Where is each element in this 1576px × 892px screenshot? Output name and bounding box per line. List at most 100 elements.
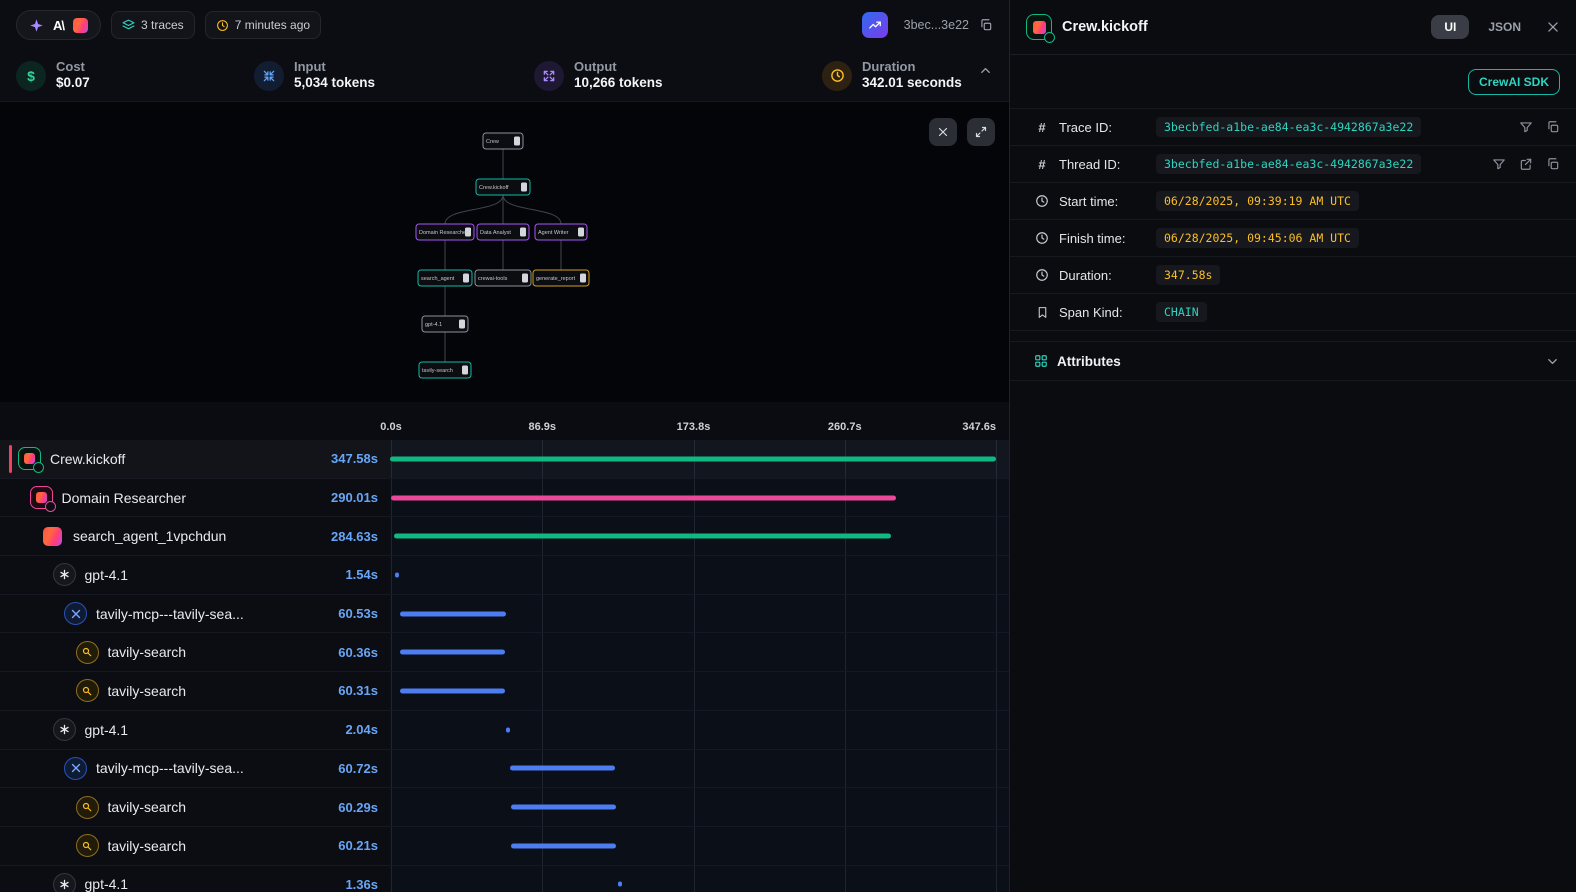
span-duration: 284.63s <box>331 529 378 544</box>
graph-node[interactable]: Crew <box>483 133 523 149</box>
trace-row[interactable]: tavily-search60.29s <box>0 788 1009 827</box>
graph-edge <box>445 195 503 224</box>
external-link-icon[interactable] <box>1519 157 1533 171</box>
copy-icon[interactable] <box>1546 157 1560 171</box>
span-bar[interactable] <box>395 572 399 577</box>
stat-duration: Duration 342.01 seconds <box>822 59 993 92</box>
trace-row[interactable]: tavily-mcp---tavily-sea...60.72s <box>0 750 1009 789</box>
graph-node[interactable]: search_agent <box>418 270 472 286</box>
tools-icon <box>64 757 87 780</box>
trace-main-column: A\ 3 traces 7 minutes ago 3bec...3e22 <box>0 0 1009 892</box>
graph-node[interactable]: Domain Researcher <box>416 224 474 240</box>
span-duration: 60.21s <box>338 838 378 853</box>
trace-row[interactable]: tavily-search60.31s <box>0 672 1009 711</box>
axis-tick: 173.8s <box>677 421 711 433</box>
span-bar[interactable] <box>506 727 510 732</box>
span-plot <box>390 633 996 671</box>
clock-icon <box>216 19 229 32</box>
span-label: gpt-4.1 <box>85 567 337 583</box>
clock-icon <box>1035 268 1049 282</box>
detail-row: Finish time:06/28/2025, 09:45:06 AM UTC <box>1010 219 1576 256</box>
chart-icon[interactable] <box>862 12 888 38</box>
graph-node[interactable]: Data Analyst <box>477 224 529 240</box>
trace-row[interactable]: gpt-4.11.36s <box>0 866 1009 892</box>
span-bar[interactable] <box>400 611 506 616</box>
trace-dag-graph[interactable]: Crew Crew.kickoff Domain Researcher Data An… <box>0 102 1009 402</box>
attributes-section[interactable]: Attributes <box>1010 341 1576 381</box>
graph-node[interactable]: Agent Writer <box>535 224 587 240</box>
span-duration: 1.54s <box>345 567 378 582</box>
trace-row[interactable]: Crew.kickoff347.58s <box>0 440 1009 479</box>
svg-text:Data Analyst: Data Analyst <box>480 230 511 236</box>
span-bar[interactable] <box>618 882 622 887</box>
tools-icon <box>64 602 87 625</box>
span-plot <box>390 595 996 633</box>
trace-row[interactable]: gpt-4.12.04s <box>0 711 1009 750</box>
copy-icon[interactable] <box>1546 120 1560 134</box>
duration-label: Duration <box>862 59 962 75</box>
anthropic-logo-icon: A\ <box>53 18 64 33</box>
traces-count-badge[interactable]: 3 traces <box>111 11 195 39</box>
graph-node[interactable]: generate_report <box>533 270 589 286</box>
graph-node[interactable]: crewai-tools <box>475 270 531 286</box>
detail-value[interactable]: 3becbfed-a1be-ae84-ea3c-4942867a3e22 <box>1156 154 1421 174</box>
timeline-axis: 0.0s86.9s173.8s260.7s347.6s <box>0 402 1009 440</box>
sdk-badge: CrewAI SDK <box>1468 69 1560 95</box>
svg-text:Domain Researcher: Domain Researcher <box>419 230 468 236</box>
cost-value: $0.07 <box>56 75 90 92</box>
graph-expand-button[interactable] <box>967 118 995 146</box>
tavily-search-icon <box>76 796 99 819</box>
span-bar[interactable] <box>400 688 505 693</box>
crewai-agent-icon <box>30 486 53 509</box>
span-bar[interactable] <box>510 766 616 771</box>
panel-close-button[interactable] <box>1546 20 1560 34</box>
detail-value[interactable]: 347.58s <box>1156 265 1220 285</box>
graph-close-button[interactable] <box>929 118 957 146</box>
span-label: tavily-search <box>108 683 330 699</box>
detail-label: Thread ID: <box>1059 157 1147 172</box>
span-bar[interactable] <box>391 495 897 500</box>
detail-value[interactable]: CHAIN <box>1156 302 1207 322</box>
copy-trace-id-icon[interactable] <box>979 18 993 32</box>
stat-input: Input 5,034 tokens <box>254 59 534 92</box>
panel-title: Crew.kickoff <box>1062 19 1421 35</box>
tab-ui[interactable]: UI <box>1431 15 1469 39</box>
stat-cost: $ Cost $0.07 <box>16 59 254 92</box>
collapse-stats-chevron-icon[interactable] <box>978 63 993 83</box>
span-bar[interactable] <box>400 650 505 655</box>
span-duration: 60.53s <box>338 606 378 621</box>
span-plot <box>390 479 996 517</box>
stats-bar: $ Cost $0.07 Input 5,034 tokens <box>0 50 1009 102</box>
bookmark-icon <box>1036 306 1049 319</box>
panel-header: Crew.kickoff UI JSON <box>1010 0 1576 55</box>
span-bar[interactable] <box>390 456 996 461</box>
span-bar[interactable] <box>394 534 890 539</box>
detail-value[interactable]: 06/28/2025, 09:45:06 AM UTC <box>1156 228 1359 248</box>
trace-row[interactable]: search_agent_1vpchdun284.63s <box>0 517 1009 556</box>
filter-icon[interactable] <box>1519 120 1533 134</box>
svg-text:gpt-4.1: gpt-4.1 <box>425 322 442 328</box>
span-label: gpt-4.1 <box>85 722 337 738</box>
graph-node[interactable]: tavily-search <box>419 362 471 378</box>
detail-value[interactable]: 06/28/2025, 09:39:19 AM UTC <box>1156 191 1359 211</box>
detail-value[interactable]: 3becbfed-a1be-ae84-ea3c-4942867a3e22 <box>1156 117 1421 137</box>
trace-row[interactable]: gpt-4.1 1.54s <box>0 556 1009 595</box>
tab-json[interactable]: JSON <box>1479 15 1530 39</box>
filter-icon[interactable] <box>1492 157 1506 171</box>
graph-node[interactable]: Crew.kickoff <box>476 179 530 195</box>
time-ago-badge[interactable]: 7 minutes ago <box>205 11 321 39</box>
close-icon <box>1546 20 1560 34</box>
span-duration: 290.01s <box>331 490 378 505</box>
trace-row[interactable]: tavily-mcp---tavily-sea...60.53s <box>0 595 1009 634</box>
span-plot <box>390 750 996 788</box>
trace-row[interactable]: Domain Researcher290.01s <box>0 479 1009 518</box>
trace-row[interactable]: tavily-search60.36s <box>0 633 1009 672</box>
span-bar[interactable] <box>511 843 616 848</box>
span-label: tavily-mcp---tavily-sea... <box>96 760 329 776</box>
trace-id-short: 3bec...3e22 <box>904 18 969 32</box>
span-bar[interactable] <box>511 805 616 810</box>
provider-logo-pill[interactable]: A\ <box>16 10 101 40</box>
graph-node[interactable]: gpt-4.1 <box>422 316 468 332</box>
input-tokens-icon <box>254 61 284 91</box>
trace-row[interactable]: tavily-search60.21s <box>0 827 1009 866</box>
